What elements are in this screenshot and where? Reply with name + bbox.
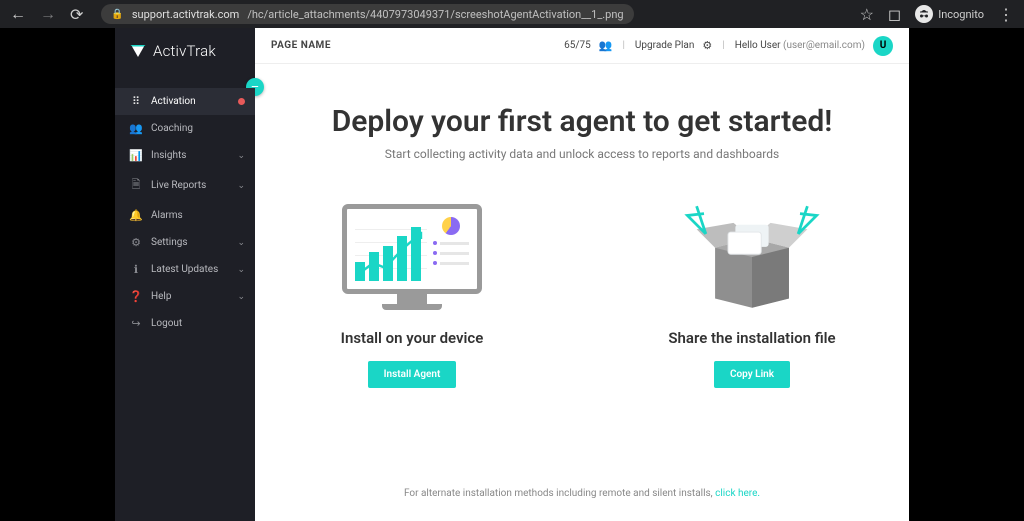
chevron-down-icon: ⌄ — [237, 181, 245, 191]
page-title: PAGE NAME — [271, 40, 331, 51]
sidebar-item-label: Activation — [151, 96, 196, 107]
chevron-down-icon: ⌄ — [237, 238, 245, 248]
avatar[interactable]: U — [873, 36, 893, 56]
content: Deploy your first agent to get started! … — [255, 64, 909, 521]
topbar: PAGE NAME 65/75 👥 | Upgrade Plan ⚙ | Hel… — [255, 28, 909, 64]
monitor-illustration — [332, 197, 492, 317]
sidebar-item-label: Help — [151, 291, 171, 302]
gear-icon[interactable]: ⚙ — [702, 39, 712, 52]
info-icon: ℹ — [129, 263, 143, 276]
incognito-badge: Incognito — [915, 5, 984, 23]
hero-subtitle: Start collecting activity data and unloc… — [385, 147, 779, 161]
star-icon[interactable]: ☆ — [860, 5, 874, 24]
main-area: PAGE NAME 65/75 👥 | Upgrade Plan ⚙ | Hel… — [255, 28, 909, 521]
sidebar-item-label: Settings — [151, 237, 188, 248]
upgrade-plan-link[interactable]: Upgrade Plan — [635, 40, 694, 51]
sidebar-item-activation[interactable]: ⠿ Activation — [115, 88, 255, 115]
reload-icon[interactable]: ⟳ — [70, 5, 83, 24]
app-frame: ActivTrak – ⠿Activation👥Coaching📊Insight… — [115, 28, 909, 521]
lock-icon: 🔒 — [111, 9, 123, 20]
greeting-text: Hello User — [735, 40, 781, 51]
chevron-down-icon: ⌄ — [237, 151, 245, 161]
share-card: Share the installation file Copy Link — [642, 197, 862, 388]
hero-title: Deploy your first agent to get started! — [332, 104, 833, 139]
logo[interactable]: ActivTrak — [115, 28, 255, 74]
forward-icon[interactable]: → — [40, 4, 56, 24]
help-icon: ❓ — [129, 290, 143, 303]
logo-text: ActivTrak — [153, 42, 216, 60]
url-path: /hc/article_attachments/4407973049371/sc… — [247, 8, 623, 21]
bar-chart-icon — [355, 217, 427, 281]
user-email: (user@email.com) — [783, 40, 865, 51]
sidebar-item-insights[interactable]: 📊 Insights ⌄ — [115, 142, 255, 169]
logo-icon — [129, 42, 147, 60]
pie-chart-icon — [433, 217, 469, 281]
license-count: 65/75 — [564, 40, 591, 51]
footnote: For alternate installation methods inclu… — [404, 488, 760, 499]
sidebar-item-live-reports[interactable]: 🗎 Live Reports ⌄ — [115, 169, 255, 202]
sidebar-item-label: Live Reports — [151, 180, 206, 191]
bell-icon: 🔔 — [129, 209, 143, 222]
users-icon: 👥 — [599, 39, 613, 52]
chevron-down-icon: ⌄ — [237, 292, 245, 302]
notification-dot — [238, 98, 245, 105]
share-card-title: Share the installation file — [668, 329, 835, 347]
sidebar-item-label: Logout — [151, 318, 182, 329]
sidebar-item-label: Insights — [151, 150, 186, 161]
browser-toolbar: ← → ⟳ 🔒 support.activtrak.com/hc/article… — [0, 0, 1024, 28]
sidebar-item-help[interactable]: ❓ Help ⌄ — [115, 283, 255, 310]
footnote-text: For alternate installation methods inclu… — [404, 488, 715, 499]
grid-icon: ⠿ — [129, 95, 143, 108]
sidebar-item-label: Alarms — [151, 210, 183, 221]
sidebar-item-settings[interactable]: ⚙ Settings ⌄ — [115, 229, 255, 256]
install-card: Install on your device Install Agent — [302, 197, 522, 388]
copy-link-button[interactable]: Copy Link — [714, 361, 790, 388]
page-gutter-left — [0, 28, 115, 521]
sidebar-item-coaching[interactable]: 👥 Coaching — [115, 115, 255, 142]
footnote-link[interactable]: click here. — [715, 488, 760, 499]
back-icon[interactable]: ← — [10, 4, 26, 24]
separator: | — [622, 40, 624, 51]
logout-icon: ↪ — [129, 317, 143, 330]
sidebar-item-latest-updates[interactable]: ℹ Latest Updates ⌄ — [115, 256, 255, 283]
install-card-title: Install on your device — [341, 329, 484, 347]
gear-icon: ⚙ — [129, 236, 143, 249]
url-host: support.activtrak.com — [132, 8, 239, 21]
sidebar-item-logout[interactable]: ↪ Logout — [115, 310, 255, 337]
extensions-icon[interactable]: ◻ — [888, 5, 901, 24]
report-icon: 🗎 — [129, 176, 143, 195]
sidebar: ActivTrak – ⠿Activation👥Coaching📊Insight… — [115, 28, 255, 521]
stats-icon: 📊 — [129, 149, 143, 162]
page-gutter-right — [909, 28, 1024, 521]
kebab-icon[interactable]: ⋮ — [998, 5, 1014, 24]
people-icon: 👥 — [129, 122, 143, 135]
separator: | — [722, 40, 724, 51]
sidebar-item-alarms[interactable]: 🔔 Alarms — [115, 202, 255, 229]
incognito-icon — [915, 5, 933, 23]
install-agent-button[interactable]: Install Agent — [368, 361, 457, 388]
sidebar-item-label: Latest Updates — [151, 264, 218, 275]
sidebar-item-label: Coaching — [151, 123, 193, 134]
chevron-down-icon: ⌄ — [237, 265, 245, 275]
open-box-illustration — [677, 197, 827, 317]
incognito-label: Incognito — [938, 8, 984, 21]
url-bar[interactable]: 🔒 support.activtrak.com/hc/article_attac… — [101, 4, 633, 24]
